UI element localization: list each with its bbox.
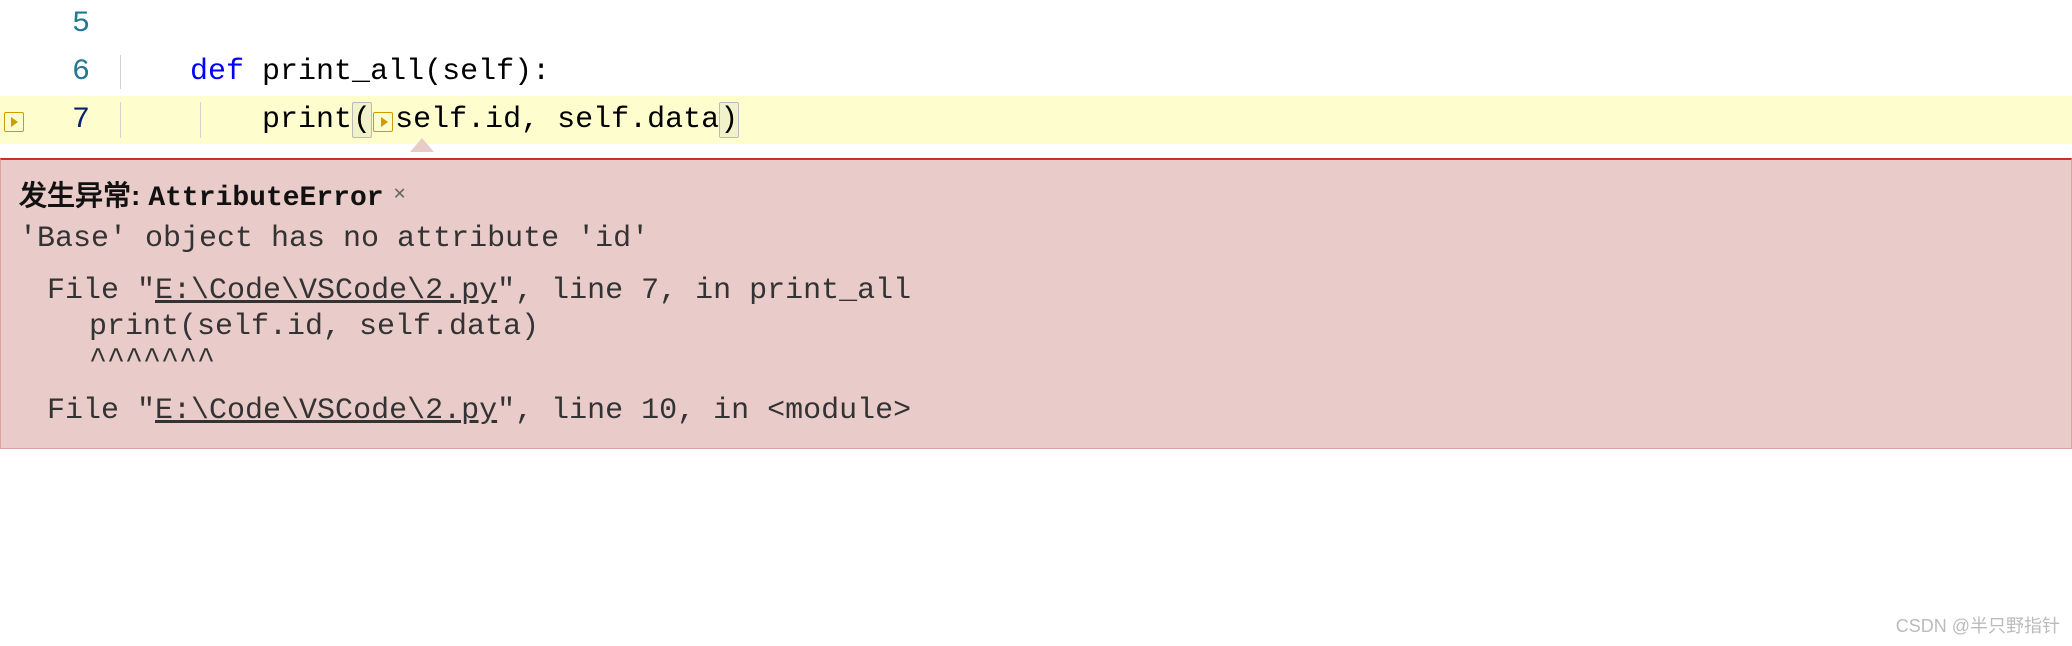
exception-header: 发生异常: AttributeError ✕ bbox=[19, 174, 2053, 214]
code-content[interactable]: def print_all(self): bbox=[108, 55, 550, 89]
paren-close: ) bbox=[719, 102, 739, 138]
exception-panel: 发生异常: AttributeError ✕ 'Base' object has… bbox=[0, 158, 2072, 449]
exception-type: AttributeError bbox=[148, 183, 383, 214]
line-number: 7 bbox=[28, 103, 108, 137]
keyword-def: def bbox=[190, 55, 244, 89]
traceback-code: print(self.id, self.data) bbox=[89, 310, 2053, 344]
traceback-frame: File "E:\Code\VSCode\2.py", line 7, in p… bbox=[47, 274, 2053, 308]
call-print: print bbox=[262, 103, 352, 137]
exception-title-prefix: 发生异常: bbox=[19, 174, 140, 214]
watermark: CSDN @半只野指针 bbox=[1896, 612, 2060, 638]
exception-message: 'Base' object has no attribute 'id' bbox=[19, 222, 2053, 256]
line-number: 6 bbox=[28, 55, 108, 89]
code-content[interactable]: print(self.id, self.data) bbox=[108, 102, 739, 138]
code-line-7-current[interactable]: 7 print(self.id, self.data) bbox=[0, 96, 2072, 144]
close-icon[interactable]: ✕ bbox=[394, 180, 406, 206]
line-number: 5 bbox=[28, 7, 108, 41]
traceback-frame: File "E:\Code\VSCode\2.py", line 10, in … bbox=[47, 394, 2053, 428]
code-editor[interactable]: 5 6 def print_all(self): 7 print(self.id… bbox=[0, 0, 2072, 449]
function-name: print_all bbox=[262, 55, 424, 89]
traceback-caret: ^^^^^^^ bbox=[89, 344, 2053, 378]
debug-inline-run-icon[interactable] bbox=[373, 112, 393, 132]
traceback-file-link[interactable]: E:\Code\VSCode\2.py bbox=[155, 274, 497, 308]
paren-open: ( bbox=[352, 102, 372, 138]
run-icon bbox=[4, 112, 24, 132]
debug-current-line-icon[interactable] bbox=[0, 110, 28, 130]
traceback-file-link[interactable]: E:\Code\VSCode\2.py bbox=[155, 394, 497, 428]
exception-pointer-icon bbox=[410, 138, 434, 152]
code-line-6[interactable]: 6 def print_all(self): bbox=[0, 48, 2072, 96]
code-line-5[interactable]: 5 bbox=[0, 0, 2072, 48]
